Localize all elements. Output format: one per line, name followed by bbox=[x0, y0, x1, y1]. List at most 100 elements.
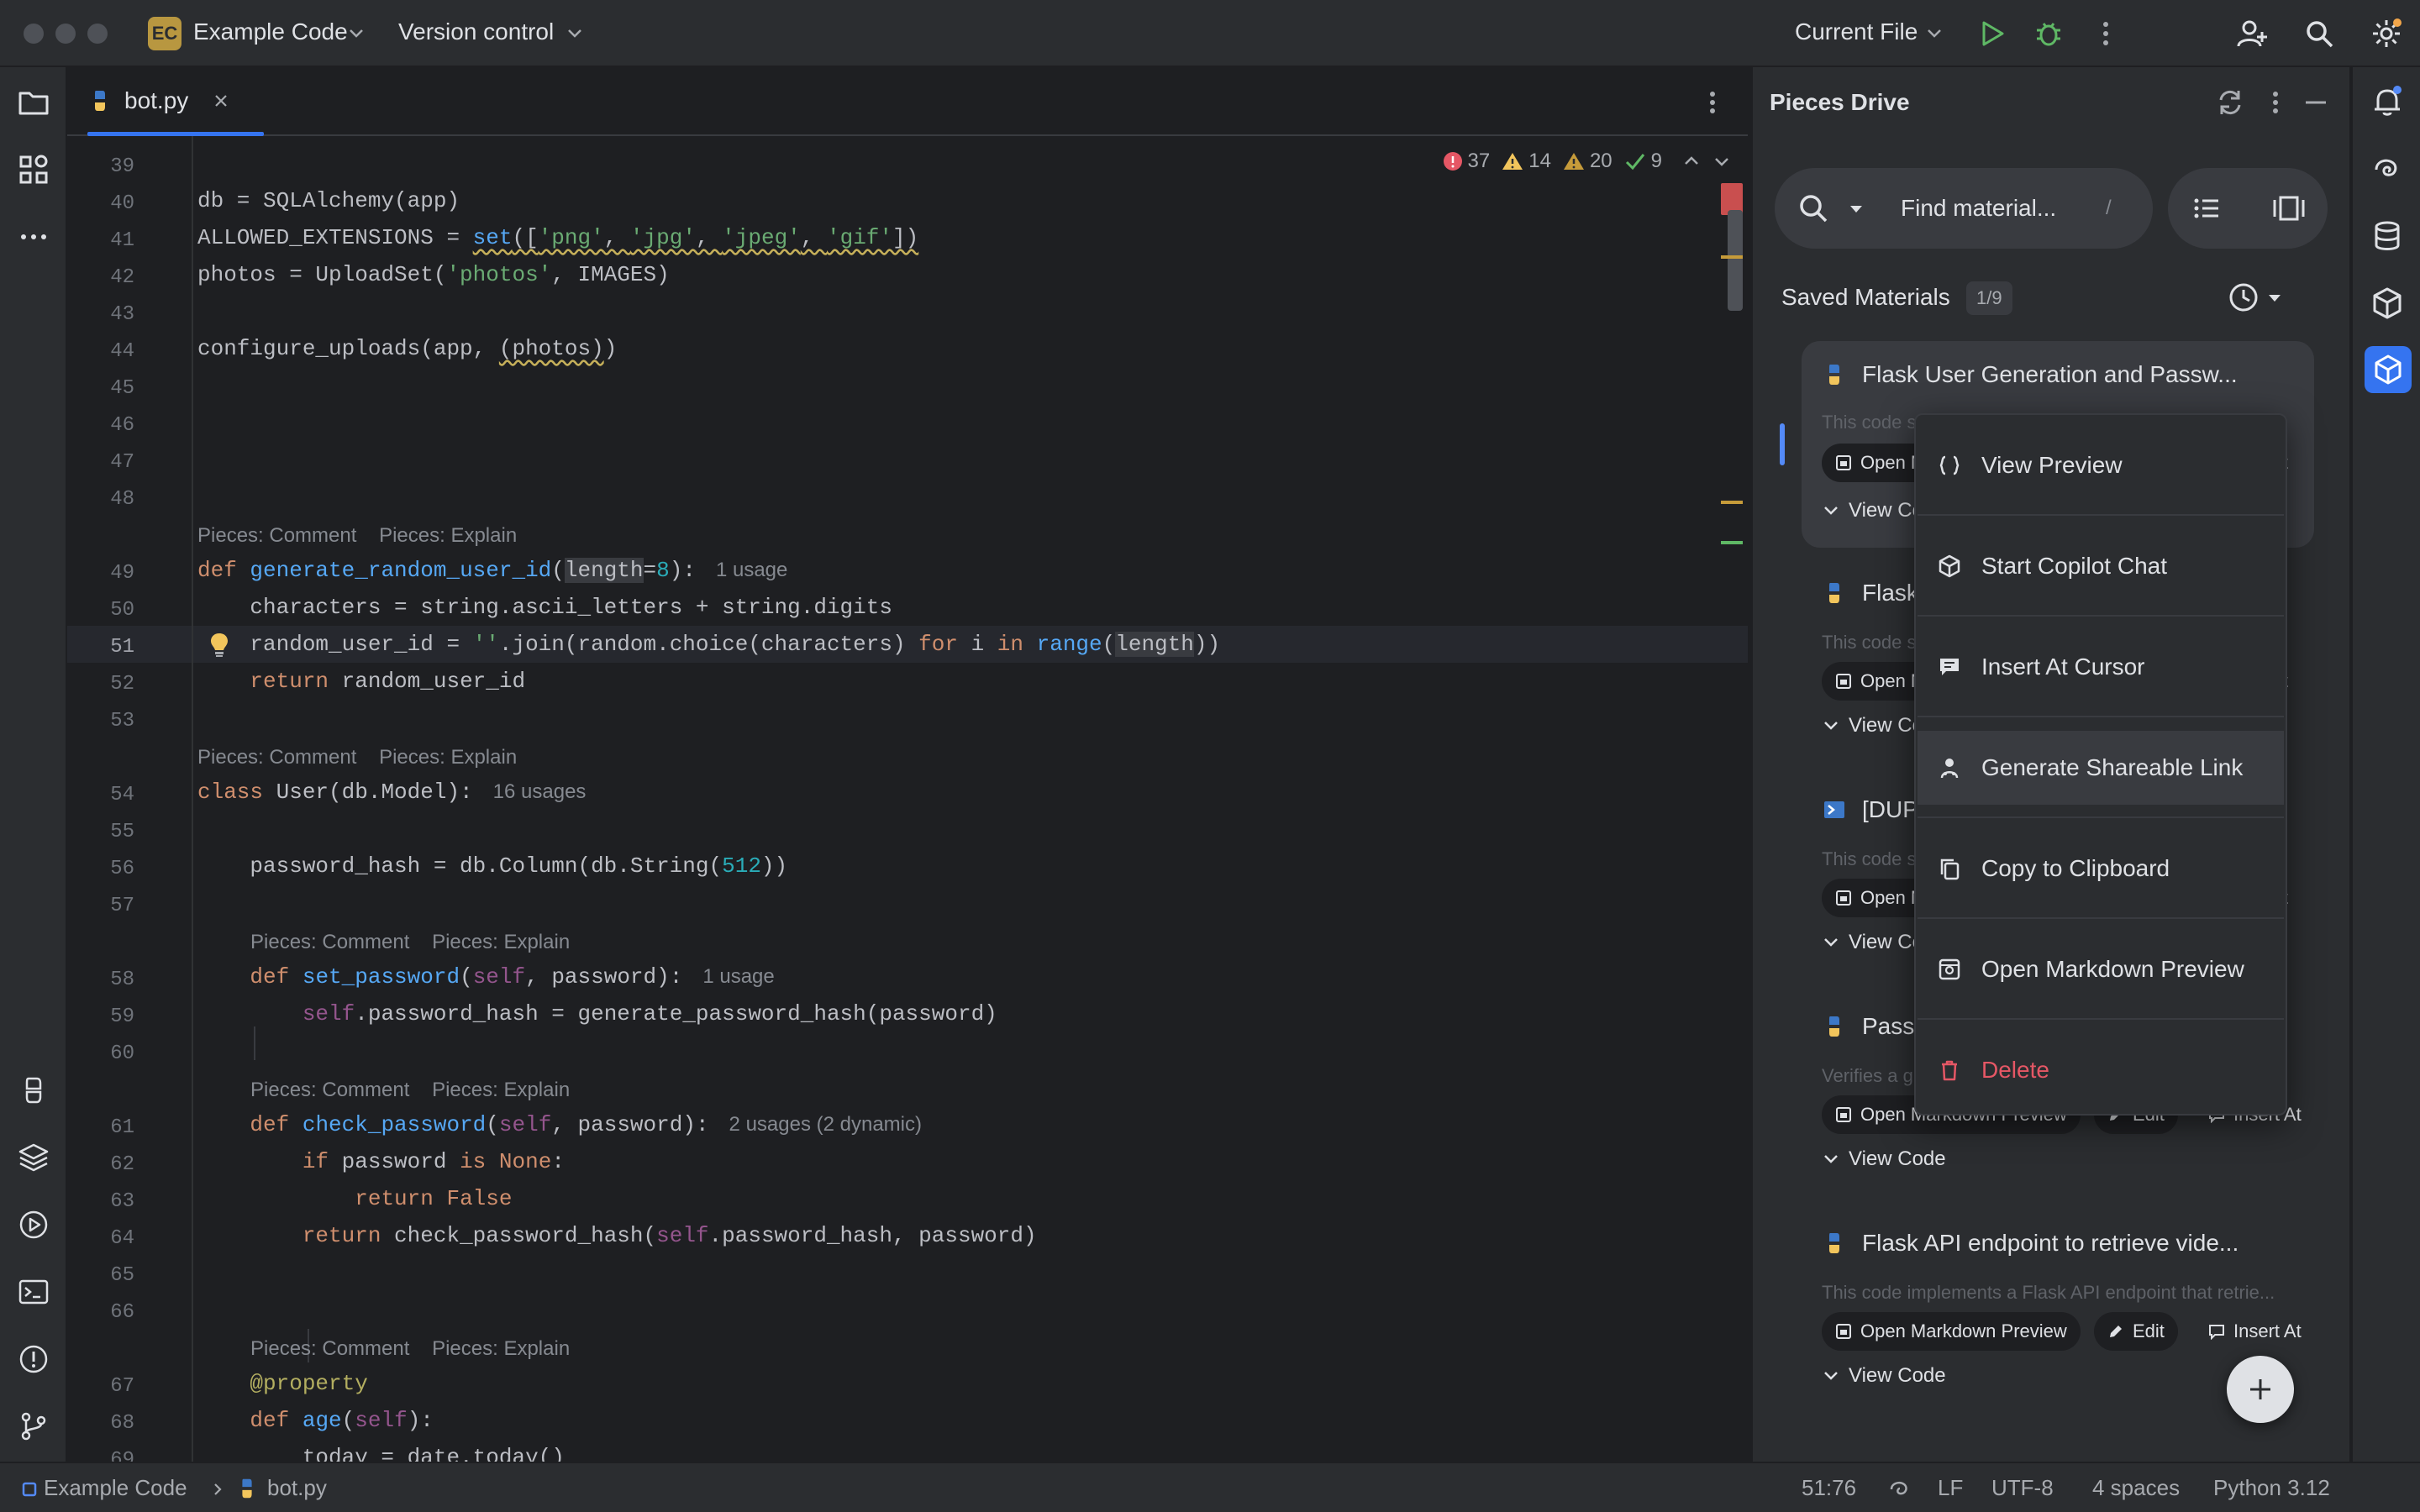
project-folder-icon[interactable] bbox=[17, 86, 50, 119]
code-line[interactable]: characters = string.ascii_letters + stri… bbox=[197, 595, 892, 620]
menu-item-open-markdown-preview[interactable]: Open Markdown Preview bbox=[1918, 932, 2284, 1006]
pieces-comment-link[interactable]: Pieces: Comment bbox=[250, 931, 409, 953]
chevron-up-icon[interactable] bbox=[1682, 152, 1701, 171]
caret-down-icon[interactable] bbox=[1849, 203, 1864, 215]
add-material-button[interactable] bbox=[2227, 1356, 2294, 1423]
usage-hint[interactable]: 1 usage bbox=[702, 965, 774, 988]
pieces-explain-link[interactable]: Pieces: Explain bbox=[432, 1079, 570, 1101]
line-separator[interactable]: LF bbox=[1938, 1475, 1963, 1501]
caret-down-icon[interactable] bbox=[2267, 292, 2282, 304]
caret-position[interactable]: 51:76 bbox=[1802, 1475, 1856, 1501]
more-tools-icon[interactable] bbox=[17, 220, 50, 254]
git-branch-icon[interactable] bbox=[17, 1410, 50, 1443]
view-code-toggle[interactable]: View Co bbox=[1823, 931, 1923, 954]
pieces-explain-link[interactable]: Pieces: Explain bbox=[379, 746, 517, 769]
chevron-down-icon[interactable] bbox=[1926, 27, 1943, 40]
window-zoom-button[interactable] bbox=[87, 24, 108, 44]
view-code-toggle[interactable]: View Co bbox=[1823, 714, 1923, 738]
notifications-bell-icon[interactable] bbox=[2370, 84, 2405, 119]
pieces-explain-link[interactable]: Pieces: Explain bbox=[432, 931, 570, 953]
project-name[interactable]: Example Code bbox=[193, 18, 348, 45]
chevron-down-icon[interactable] bbox=[1712, 152, 1731, 171]
search-icon[interactable] bbox=[2302, 17, 2336, 50]
code-line[interactable]: return False bbox=[197, 1186, 512, 1211]
pieces-comment-link[interactable]: Pieces: Comment bbox=[250, 1337, 409, 1360]
window-minimize-button[interactable] bbox=[55, 24, 76, 44]
code-editor[interactable]: 37 14 20 9 39 40 41 42 43 44 45 46 47 48… bbox=[67, 136, 1748, 1462]
breadcrumb-project[interactable]: Example Code bbox=[44, 1475, 187, 1501]
editor-tab-bot-py[interactable]: bot.py bbox=[87, 67, 264, 136]
python-interpreter[interactable]: Python 3.12 bbox=[2213, 1475, 2330, 1501]
run-icon[interactable] bbox=[1975, 17, 2008, 50]
usage-hint[interactable]: 1 usage bbox=[716, 559, 787, 581]
inspection-widget[interactable]: 37 14 20 9 bbox=[1443, 144, 1731, 178]
file-encoding[interactable]: UTF-8 bbox=[1991, 1475, 2054, 1501]
code-line[interactable]: return random_user_id bbox=[197, 669, 525, 694]
structure-icon[interactable] bbox=[17, 153, 50, 186]
pieces-comment-link[interactable]: Pieces: Comment bbox=[250, 1079, 409, 1101]
code-line[interactable]: configure_uploads(app, (photos)) bbox=[197, 336, 617, 361]
clock-icon[interactable] bbox=[2227, 281, 2260, 314]
pieces-drive-toggle[interactable] bbox=[2365, 346, 2412, 393]
more-vertical-icon[interactable] bbox=[2259, 86, 2292, 119]
code-line[interactable]: ALLOWED_EXTENSIONS = set(['png', 'jpg', … bbox=[197, 225, 918, 250]
close-icon[interactable] bbox=[212, 92, 230, 110]
pieces-comment-link[interactable]: Pieces: Comment bbox=[197, 746, 356, 769]
indent-settings[interactable]: 4 spaces bbox=[2092, 1475, 2180, 1501]
code-line[interactable]: self.password_hash = generate_password_h… bbox=[197, 1001, 997, 1026]
settings-gear-icon[interactable] bbox=[2370, 17, 2403, 50]
run-config-selector[interactable]: Current File bbox=[1795, 18, 1918, 45]
code-line[interactable]: password_hash = db.Column(db.String(512)… bbox=[197, 853, 787, 879]
code-line[interactable]: class User(db.Model): 16 usages bbox=[197, 780, 586, 805]
open-markdown-chip[interactable]: Open Markdown Preview bbox=[1822, 1312, 2081, 1351]
code-line[interactable]: return check_password_hash(self.password… bbox=[197, 1223, 1037, 1248]
list-view-icon[interactable] bbox=[2190, 192, 2223, 225]
menu-item-start-copilot-chat[interactable]: Start Copilot Chat bbox=[1918, 529, 2284, 603]
gallery-view-icon[interactable] bbox=[2270, 192, 2307, 225]
project-badge[interactable]: EC bbox=[148, 17, 182, 50]
terminal-icon[interactable] bbox=[17, 1275, 50, 1309]
code-line[interactable]: today = date.today() bbox=[197, 1445, 565, 1462]
pieces-copilot-icon[interactable] bbox=[2370, 286, 2405, 321]
warning-stripe-marker[interactable] bbox=[1721, 255, 1743, 259]
ai-status-icon[interactable] bbox=[1887, 1477, 1911, 1500]
insert-chip[interactable]: Insert At bbox=[2195, 1312, 2315, 1351]
code-line[interactable]: def check_password(self, password): 2 usa… bbox=[197, 1112, 922, 1137]
editor-scrollbar-thumb[interactable] bbox=[1728, 210, 1743, 311]
view-code-toggle[interactable]: View Code bbox=[1823, 1364, 1946, 1388]
view-code-toggle[interactable]: View Code bbox=[1823, 1147, 1946, 1171]
ai-assistant-icon[interactable] bbox=[2370, 151, 2405, 186]
services-icon[interactable] bbox=[17, 1208, 50, 1242]
database-icon[interactable] bbox=[2370, 218, 2405, 254]
more-vertical-icon[interactable] bbox=[1696, 86, 1729, 119]
code-line[interactable]: @property bbox=[197, 1371, 367, 1396]
search-bar[interactable]: Find material... / bbox=[1775, 168, 2153, 249]
minimize-icon[interactable] bbox=[2299, 86, 2333, 119]
search-icon[interactable] bbox=[1797, 192, 1830, 225]
menu-item-delete[interactable]: Delete bbox=[1918, 1033, 2284, 1107]
more-vertical-icon[interactable] bbox=[2089, 17, 2123, 50]
usage-hint[interactable]: 16 usages bbox=[493, 780, 587, 803]
code-line[interactable]: def set_password(self, password): 1 usage bbox=[197, 964, 774, 990]
vcs-menu[interactable]: Version control bbox=[398, 18, 554, 45]
pieces-explain-link[interactable]: Pieces: Explain bbox=[432, 1337, 570, 1360]
menu-item-insert-at-cursor[interactable]: Insert At Cursor bbox=[1918, 630, 2284, 704]
search-input[interactable]: Find material... bbox=[1901, 195, 2056, 222]
chevron-down-icon[interactable] bbox=[348, 27, 365, 40]
menu-item-view-preview[interactable]: View Preview bbox=[1918, 428, 2284, 502]
breadcrumb-file[interactable]: bot.py bbox=[267, 1475, 327, 1501]
warning-stripe-marker[interactable] bbox=[1721, 501, 1743, 504]
code-line[interactable]: db = SQLAlchemy(app) bbox=[197, 188, 460, 213]
chevron-down-icon[interactable] bbox=[566, 27, 583, 40]
pieces-comment-link[interactable]: Pieces: Comment bbox=[197, 524, 356, 547]
pieces-explain-link[interactable]: Pieces: Explain bbox=[379, 524, 517, 547]
menu-item-copy-to-clipboard[interactable]: Copy to Clipboard bbox=[1918, 832, 2284, 906]
code-line[interactable]: def generate_random_user_id(length=8): 1 … bbox=[197, 558, 787, 583]
code-line-current[interactable]: random_user_id = ''.join(random.choice(c… bbox=[197, 632, 1220, 657]
change-stripe-marker[interactable] bbox=[1721, 541, 1743, 544]
window-close-button[interactable] bbox=[24, 24, 44, 44]
code-line[interactable]: def age(self): bbox=[197, 1408, 433, 1433]
add-user-icon[interactable] bbox=[2235, 17, 2269, 50]
menu-item-generate-shareable-link[interactable]: Generate Shareable Link bbox=[1918, 731, 2284, 805]
line-number-gutter[interactable]: 39 40 41 42 43 44 45 46 47 48 49 50 51 5… bbox=[67, 136, 193, 1462]
